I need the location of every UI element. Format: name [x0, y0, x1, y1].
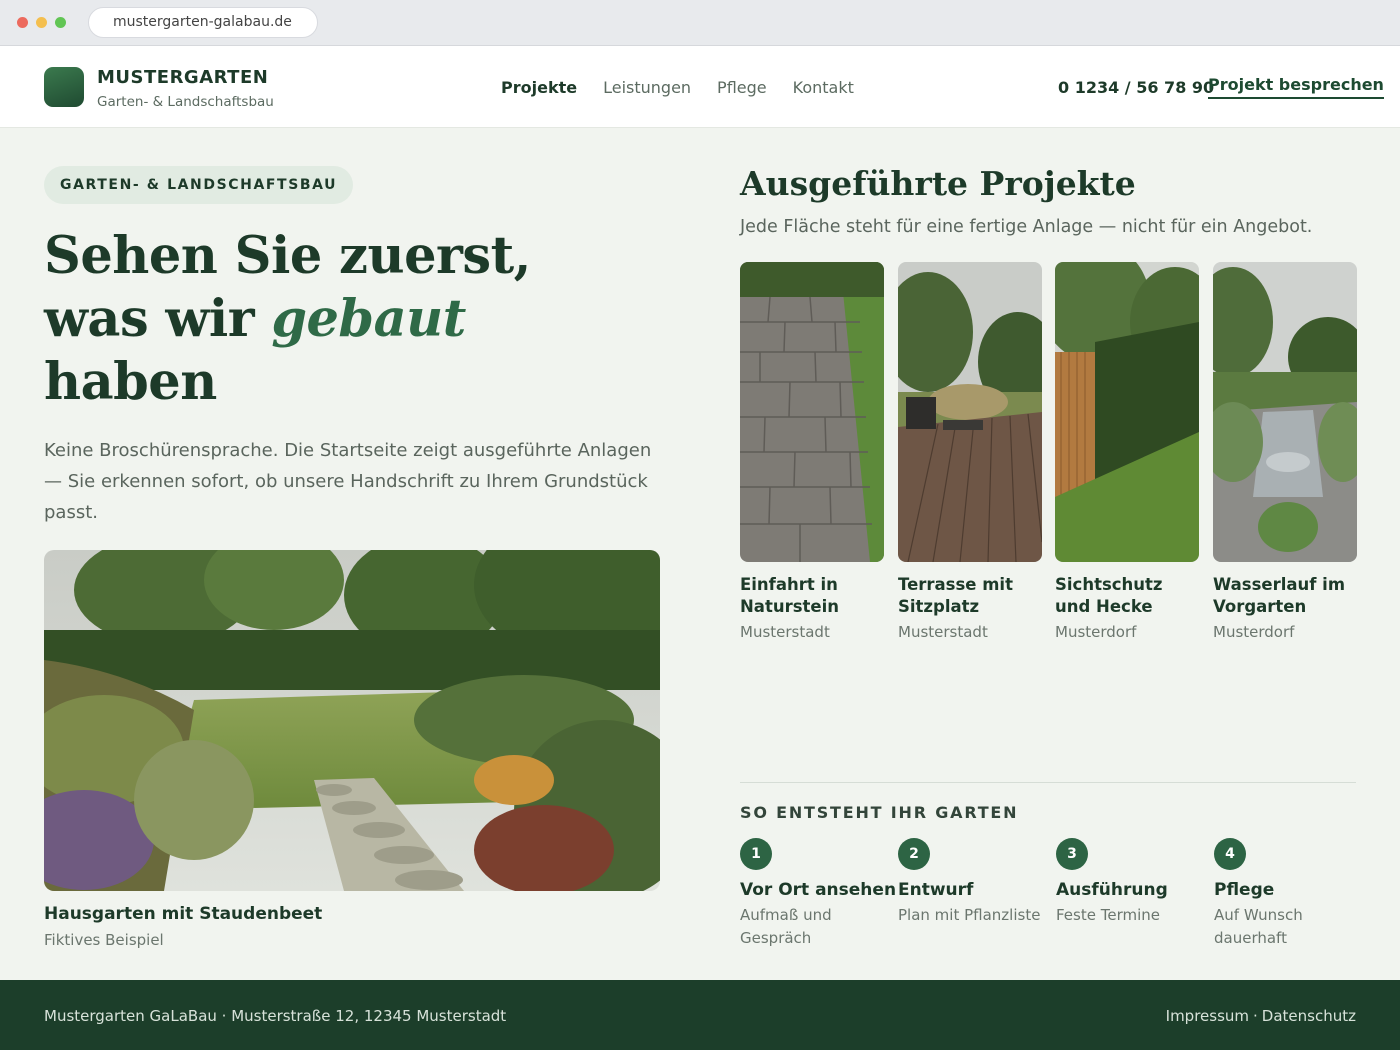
logo-icon[interactable]: [44, 67, 84, 107]
project-image-natural-stone-driveway[interactable]: [740, 262, 884, 562]
hero-title-line2-prefix: was wir: [44, 289, 272, 349]
project-name: Terrasse mit Sitzplatz: [898, 575, 1013, 616]
step-description: Plan mit Pflanzliste: [898, 906, 1041, 924]
footer-address: Mustergarten GaLaBau · Musterstraße 12, …: [44, 1007, 507, 1025]
feature-caption: Hausgarten mit Staudenbeet: [44, 904, 323, 924]
project-place: Musterdorf: [1055, 623, 1137, 641]
address-bar[interactable]: mustergarten-galabau.de: [88, 7, 318, 38]
main-nav: Projekte Leistungen Pflege Kontakt: [501, 78, 854, 97]
nav-item-kontakt[interactable]: Kontakt: [793, 78, 854, 97]
hero-title-emphasis: gebaut: [271, 289, 466, 349]
steps-heading: SO ENTSTEHT IHR GARTEN: [740, 803, 1019, 822]
project-card[interactable]: Einfahrt in Naturstein Musterstadt: [740, 262, 884, 641]
feature-garden-image[interactable]: [44, 550, 660, 891]
category-badge: GARTEN- & LANDSCHAFTSBAU: [44, 166, 354, 204]
project-image-water-feature[interactable]: [1213, 262, 1357, 562]
process-step: 2 Entwurf Plan mit Pflanzliste: [898, 838, 1048, 927]
section-divider: [740, 782, 1356, 783]
browser-chrome: mustergarten-galabau.de: [0, 0, 1400, 46]
project-name: Wasserlauf im Vorgarten: [1213, 575, 1346, 616]
hero-title-line3: haben: [44, 352, 217, 412]
step-title: Ausführung: [1056, 880, 1168, 900]
site-header: MUSTERGARTEN Garten- & Landschaftsbau Pr…: [0, 46, 1400, 128]
step-title: Pflege: [1214, 880, 1275, 900]
privacy-link[interactable]: Datenschutz: [1262, 1007, 1356, 1025]
project-name: Einfahrt in Naturstein: [740, 575, 840, 616]
project-image-terrace-seating[interactable]: [898, 262, 1042, 562]
nav-item-pflege[interactable]: Pflege: [717, 78, 767, 97]
projects-subtitle: Jede Fläche steht für eine fertige Anlag…: [740, 217, 1313, 237]
feature-subcaption: Fiktives Beispiel: [44, 931, 164, 949]
brand-tagline: Garten- & Landschaftsbau: [97, 94, 274, 110]
hero-title: Sehen Sie zuerst, was wir gebaut haben: [44, 225, 664, 414]
maximize-window-button[interactable]: [55, 17, 66, 28]
project-card[interactable]: Sichtschutz und Hecke Musterdorf: [1055, 262, 1199, 641]
project-place: Musterstadt: [740, 623, 830, 641]
footer-links: Impressum · Datenschutz: [1166, 1007, 1356, 1025]
process-step: 3 Ausführung Feste Termine: [1056, 838, 1206, 927]
process-step: 1 Vor Ort ansehen Aufmaß und Gespräch: [740, 838, 897, 950]
projects-title: Ausgeführte Projekte: [740, 164, 1136, 203]
nav-item-projekte[interactable]: Projekte: [501, 78, 577, 97]
nav-item-leistungen[interactable]: Leistungen: [603, 78, 691, 97]
site-footer: Mustergarten GaLaBau · Musterstraße 12, …: [0, 980, 1400, 1050]
project-card[interactable]: Wasserlauf im Vorgarten Musterdorf: [1213, 262, 1357, 641]
step-number: 3: [1056, 838, 1088, 870]
step-title: Entwurf: [898, 880, 974, 900]
imprint-link[interactable]: Impressum: [1166, 1007, 1249, 1025]
phone-link[interactable]: 0 1234 / 56 78 90: [1058, 78, 1214, 97]
step-description: Auf Wunsch dauerhaft: [1214, 906, 1303, 947]
project-place: Musterstadt: [898, 623, 988, 641]
brand-name[interactable]: MUSTERGARTEN: [97, 67, 268, 88]
step-number: 4: [1214, 838, 1246, 870]
close-window-button[interactable]: [17, 17, 28, 28]
step-number: 2: [898, 838, 930, 870]
project-image-privacy-hedge[interactable]: [1055, 262, 1199, 562]
footer-separator: ·: [1253, 1007, 1258, 1025]
project-discuss-button[interactable]: Projekt besprechen: [1208, 75, 1384, 99]
step-description: Feste Termine: [1056, 906, 1160, 924]
step-title: Vor Ort ansehen: [740, 880, 897, 900]
process-step: 4 Pflege Auf Wunsch dauerhaft: [1214, 838, 1364, 950]
step-description: Aufmaß und Gespräch: [740, 906, 832, 947]
minimize-window-button[interactable]: [36, 17, 47, 28]
hero-text: Keine Broschürensprache. Die Startseite …: [44, 440, 652, 523]
project-name: Sichtschutz und Hecke: [1055, 575, 1163, 616]
hero-title-line1: Sehen Sie zuerst,: [44, 226, 531, 286]
project-card[interactable]: Terrasse mit Sitzplatz Musterstadt: [898, 262, 1042, 641]
project-place: Musterdorf: [1213, 623, 1295, 641]
step-number: 1: [740, 838, 772, 870]
